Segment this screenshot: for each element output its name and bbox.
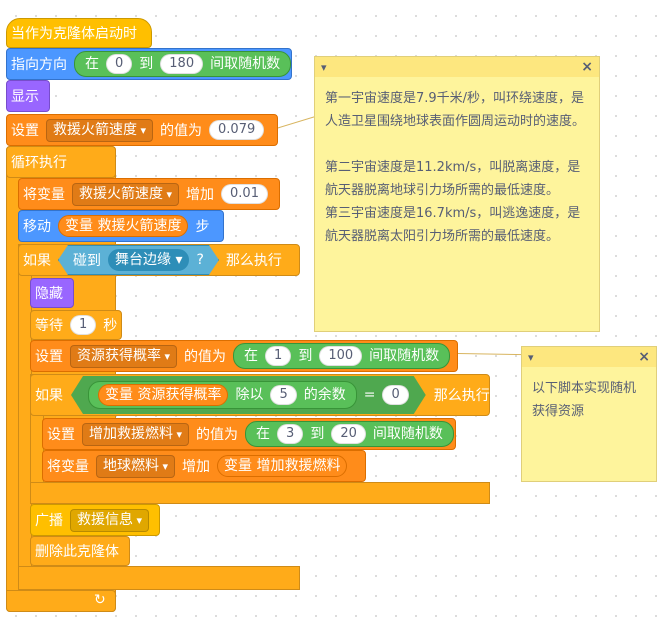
forever-block[interactable]: 循环执行 (6, 146, 116, 178)
if-touch-bottom (18, 566, 300, 590)
wait-unit: 秒 (103, 318, 118, 334)
hide-label: 隐藏 (35, 286, 63, 302)
random-reporter[interactable]: 在 3 到 20 间取随机数 (245, 421, 454, 447)
if-touching-block[interactable]: 如果 碰到 舞台边缘 ▾ ? 那么执行 (18, 244, 300, 276)
variable-dropdown[interactable]: 救援火箭速度 (72, 182, 180, 206)
change-prefix: 将变量 (23, 187, 65, 203)
note-header[interactable]: ▾ × (522, 347, 656, 367)
change-rocket-speed-block[interactable]: 将变量 救援火箭速度 增加 0.01 (18, 178, 280, 210)
variable-dropdown[interactable]: 增加救援燃料 (82, 422, 190, 446)
then-label: 那么执行 (433, 388, 490, 404)
comment-note-speeds[interactable]: ▾ × 第一宇宙速度是7.9千米/秒，叫环绕速度，是人造卫星围绕地球表面作圆周运… (314, 56, 600, 332)
random-mid: 到 (310, 426, 325, 442)
set-to-label: 的值为 (184, 349, 227, 365)
show-block[interactable]: 显示 (6, 80, 50, 112)
note-text[interactable]: 以下脚本实现随机获得资源 (522, 367, 656, 433)
change-prefix: 将变量 (47, 459, 89, 475)
variable-reporter[interactable]: 变量 增加救援燃料 (217, 455, 348, 477)
random-prefix: 在 (256, 426, 271, 442)
delete-label: 删除此克隆体 (35, 544, 119, 560)
random-mid: 到 (139, 56, 154, 72)
set-to-label: 的值为 (160, 123, 203, 139)
mod-suffix: 的余数 (303, 387, 346, 403)
if-label: 如果 (35, 388, 63, 404)
broadcast-block[interactable]: 广播 救援信息 (30, 504, 160, 536)
change-earth-fuel-block[interactable]: 将变量 地球燃料 增加 变量 增加救援燃料 (42, 450, 366, 482)
note-connector (276, 115, 319, 129)
close-icon[interactable]: × (638, 349, 650, 365)
equals-value-input[interactable]: 0 (382, 385, 408, 405)
set-prefix: 设置 (11, 123, 39, 139)
point-label: 指向方向 (11, 57, 67, 73)
random-max-input[interactable]: 100 (319, 346, 363, 366)
wait-block[interactable]: 等待 1 秒 (30, 310, 122, 340)
random-reporter[interactable]: 在 1 到 100 间取随机数 (233, 343, 451, 369)
equals-label: = (363, 387, 376, 403)
change-by-label: 增加 (182, 459, 211, 475)
forever-label: 循环执行 (11, 155, 67, 171)
broadcast-label: 广播 (35, 513, 63, 529)
random-min-input[interactable]: 1 (265, 346, 292, 366)
random-reporter[interactable]: 在 0 到 180 间取随机数 (74, 51, 292, 77)
collapse-icon[interactable]: ▾ (321, 61, 327, 74)
mod-operator[interactable]: 变量 资源获得概率 除以 5 的余数 (88, 381, 357, 409)
touching-target-text: 舞台边缘 (115, 252, 171, 268)
set-to-label: 的值为 (196, 427, 239, 443)
random-prefix: 在 (244, 348, 259, 364)
set-resource-probability-block[interactable]: 设置 资源获得概率 的值为 在 1 到 100 间取随机数 (30, 340, 458, 372)
comment-note-resources[interactable]: ▾ × 以下脚本实现随机获得资源 (521, 346, 657, 482)
when-clone-start-hat[interactable]: 当作为克隆体启动时 (6, 18, 152, 48)
variable-reporter[interactable]: 变量 救援火箭速度 (58, 215, 189, 237)
loop-arrow-icon: ↻ (94, 592, 106, 608)
random-suffix: 间取随机数 (369, 348, 440, 364)
set-rocket-speed-block[interactable]: 设置 救援火箭速度 的值为 0.079 (6, 114, 278, 146)
if-label: 如果 (23, 253, 51, 269)
touching-target-dropdown[interactable]: 舞台边缘 ▾ (108, 249, 189, 271)
touching-label: 碰到 (73, 253, 101, 269)
mod-value-input[interactable]: 5 (270, 385, 296, 405)
random-max-input[interactable]: 180 (160, 54, 204, 74)
note-text[interactable]: 第一宇宙速度是7.9千米/秒，叫环绕速度，是人造卫星围绕地球表面作圆周运动时的速… (315, 77, 599, 258)
show-label: 显示 (11, 89, 39, 105)
wait-label: 等待 (35, 318, 63, 334)
if-mod-bottom (30, 482, 490, 504)
scratch-code-area[interactable]: ↻ 当作为克隆体启动时 指向方向 在 0 到 180 间取随机数 显示 设置 救… (0, 0, 666, 618)
set-add-fuel-block[interactable]: 设置 增加救援燃料 的值为 在 3 到 20 间取随机数 (42, 418, 456, 450)
move-suffix: 步 (195, 219, 210, 235)
wait-value-input[interactable]: 1 (70, 315, 97, 335)
variable-dropdown[interactable]: 救援火箭速度 (46, 118, 154, 142)
set-prefix: 设置 (35, 349, 63, 365)
hat-label: 当作为克隆体启动时 (11, 26, 137, 42)
touching-sensor[interactable]: 碰到 舞台边缘 ▾ ? (58, 245, 219, 275)
random-mid: 到 (298, 348, 313, 364)
touching-question: ? (196, 252, 204, 268)
move-steps-block[interactable]: 移动 变量 救援火箭速度 步 (18, 210, 224, 242)
random-suffix: 间取随机数 (372, 426, 443, 442)
note-connector (457, 353, 524, 356)
set-prefix: 设置 (47, 427, 75, 443)
change-by-label: 增加 (186, 187, 215, 203)
hide-block[interactable]: 隐藏 (30, 278, 74, 308)
mod-label: 除以 (235, 387, 264, 403)
variable-reporter[interactable]: 变量 资源获得概率 (98, 384, 228, 406)
if-mod-block[interactable]: 如果 变量 资源获得概率 除以 5 的余数 = 0 那么执行 (30, 374, 490, 416)
message-dropdown[interactable]: 救援信息 (70, 508, 150, 532)
variable-dropdown[interactable]: 地球燃料 (96, 454, 176, 478)
random-max-input[interactable]: 20 (331, 424, 366, 444)
point-direction-block[interactable]: 指向方向 在 0 到 180 间取随机数 (6, 48, 292, 80)
random-min-input[interactable]: 0 (106, 54, 133, 74)
change-value-input[interactable]: 0.01 (221, 184, 268, 204)
random-suffix: 间取随机数 (210, 56, 281, 72)
collapse-icon[interactable]: ▾ (528, 351, 534, 364)
equals-operator[interactable]: 变量 资源获得概率 除以 5 的余数 = 0 (71, 376, 426, 414)
variable-dropdown[interactable]: 资源获得概率 (70, 344, 178, 368)
then-label: 那么执行 (225, 253, 282, 269)
random-min-input[interactable]: 3 (277, 424, 304, 444)
move-label: 移动 (23, 219, 51, 235)
note-header[interactable]: ▾ × (315, 57, 599, 77)
random-prefix: 在 (85, 56, 99, 72)
delete-clone-block[interactable]: 删除此克隆体 (30, 536, 130, 566)
set-value-input[interactable]: 0.079 (209, 120, 265, 140)
close-icon[interactable]: × (581, 59, 593, 75)
